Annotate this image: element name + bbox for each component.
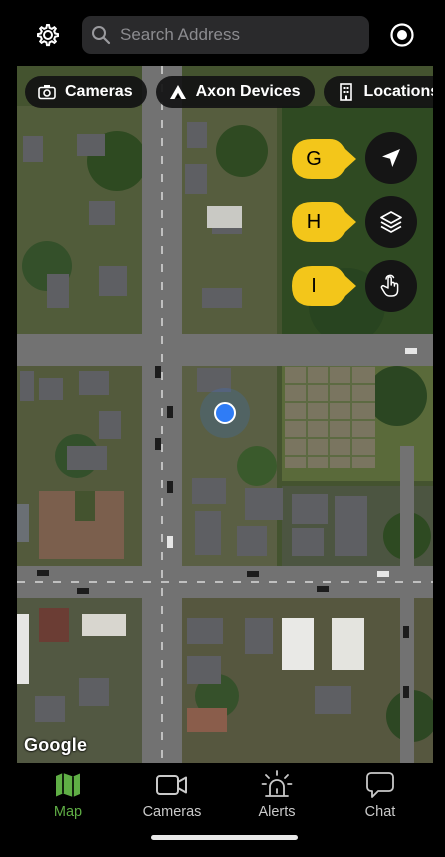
- home-indicator: [151, 835, 298, 840]
- magnifier-icon: [92, 26, 111, 45]
- gesture-button[interactable]: [365, 260, 417, 312]
- chip-label: Cameras: [65, 83, 133, 100]
- video-camera-icon: [156, 775, 187, 795]
- google-attribution: Google: [24, 735, 88, 755]
- chip-label: Axon Devices: [195, 83, 301, 100]
- gear-icon[interactable]: [34, 21, 62, 49]
- tab-map[interactable]: Map: [18, 769, 118, 820]
- axon-logo-icon: [169, 83, 187, 101]
- map-icon: [56, 773, 80, 797]
- tab-label: Chat: [364, 804, 396, 820]
- location-arrow-icon: [382, 149, 400, 167]
- map-layers-button[interactable]: [365, 196, 417, 248]
- tab-alerts[interactable]: Alerts: [227, 769, 327, 820]
- callout-i: I: [290, 264, 358, 308]
- hand-pointer-icon: [380, 274, 399, 297]
- tab-label: Alerts: [258, 804, 296, 820]
- callout-letter: G: [306, 148, 322, 170]
- search-bar[interactable]: [82, 16, 369, 54]
- chip-label: Locations: [363, 83, 433, 100]
- tab-cameras[interactable]: Cameras: [122, 769, 222, 820]
- callout-h: H: [290, 200, 358, 244]
- locate-me-button[interactable]: [365, 132, 417, 184]
- axon-devices-filter-chip[interactable]: Axon Devices: [155, 76, 315, 108]
- cameras-filter-chip[interactable]: Cameras: [25, 76, 147, 108]
- callout-letter: H: [306, 211, 322, 233]
- layers-icon: [380, 211, 402, 233]
- building-icon: [337, 83, 355, 101]
- filter-chips: Cameras Axon Devices Locations: [25, 76, 433, 108]
- bottom-tab-bar: Map Cameras Alerts Chat: [0, 763, 445, 857]
- camera-icon: [38, 83, 56, 101]
- callout-letter: I: [311, 275, 317, 297]
- satellite-map[interactable]: Cameras Axon Devices Locations G H I Goo…: [17, 66, 433, 763]
- tab-label: Cameras: [142, 804, 202, 820]
- tab-label: Map: [53, 804, 83, 820]
- top-bar: [0, 0, 445, 66]
- callout-g: G: [290, 137, 358, 181]
- locations-filter-chip[interactable]: Locations: [323, 76, 433, 108]
- user-location-marker: [214, 402, 236, 424]
- chat-bubble-icon: [366, 772, 394, 798]
- tab-chat[interactable]: Chat: [330, 769, 430, 820]
- search-input[interactable]: [118, 24, 362, 46]
- alarm-light-icon: [261, 770, 293, 797]
- target-icon[interactable]: [389, 22, 415, 48]
